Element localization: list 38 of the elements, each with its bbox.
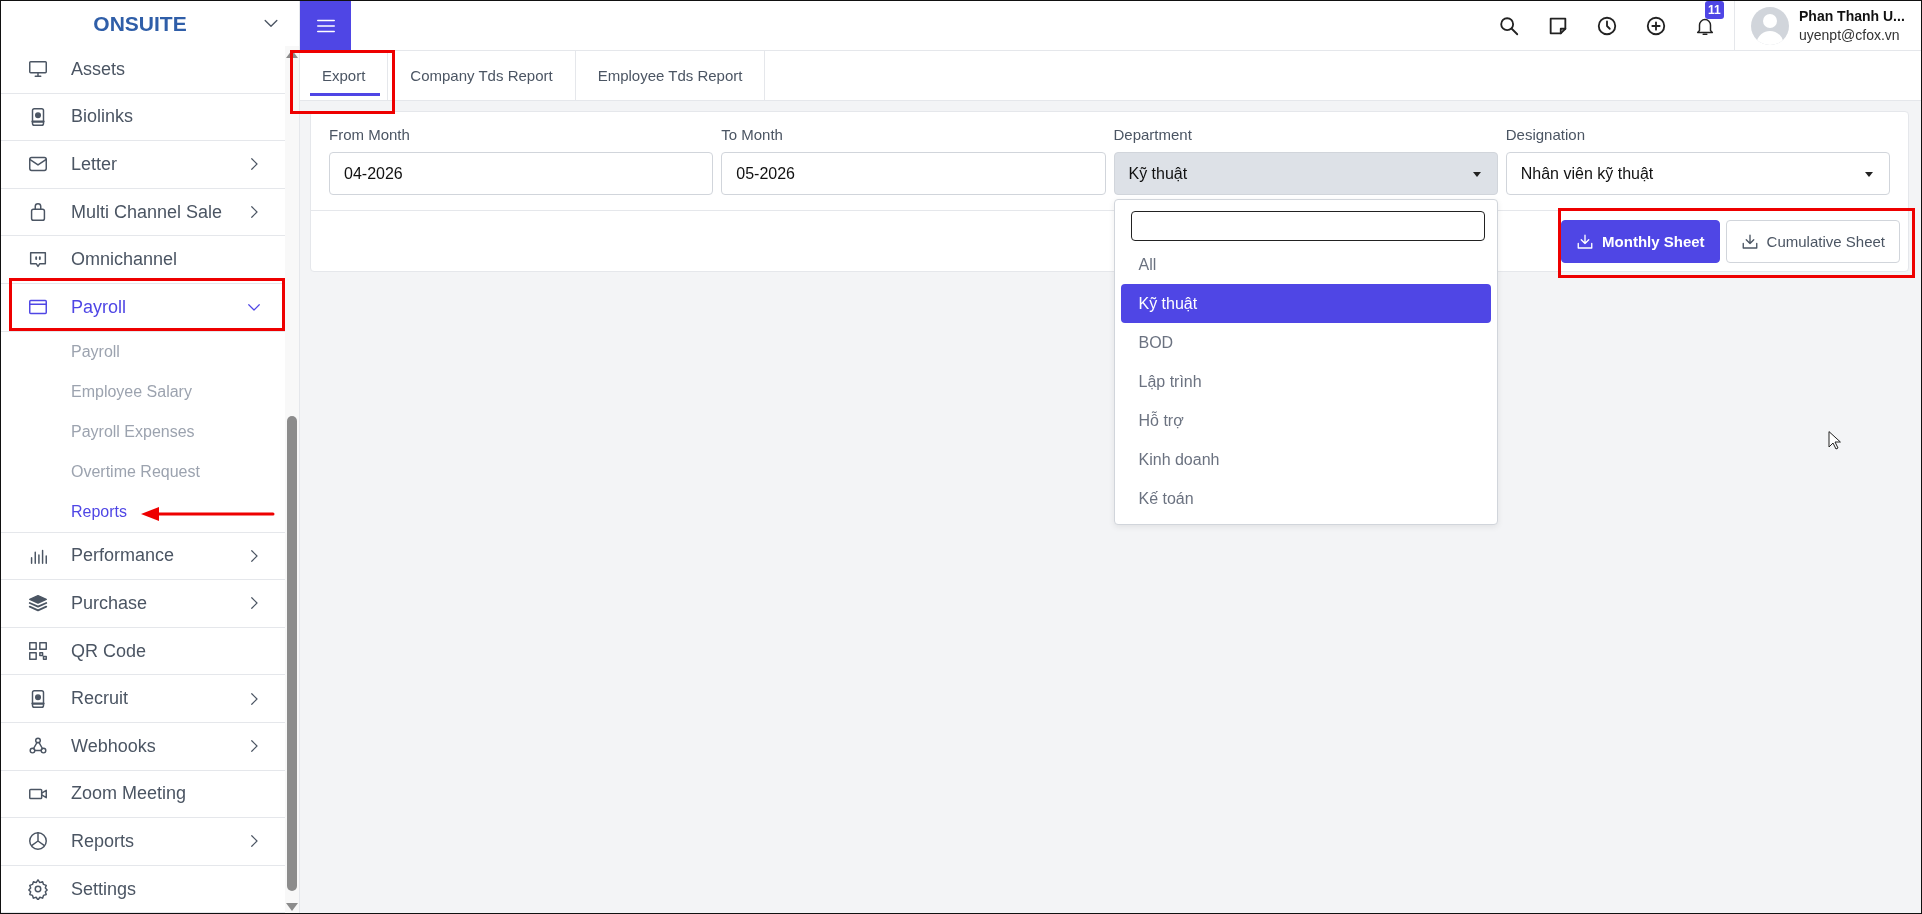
submenu-item[interactable]: Reports [1,491,285,532]
download-icon [1576,232,1595,251]
dropdown-option[interactable]: Kế toán [1114,479,1497,518]
field-label: Department [1113,126,1193,144]
dropdown-option[interactable]: Lập trình [1114,362,1497,401]
user-email: uyenpt@cfox.vn [1799,27,1901,43]
field-label: From Month [329,126,411,144]
dropdown-option[interactable]: Kỹ thuật [1120,284,1491,323]
sidebar-item[interactable]: QR Code [1,627,285,676]
notification-badge: 11 [1705,1,1724,19]
month-input[interactable]: 05-2026 [721,152,1106,195]
settings-icon [27,878,49,900]
user-name: Phan Thanh U... [1799,8,1905,24]
brand-logo: ONSUITE [93,11,187,36]
tab[interactable]: Employee Tds Report [575,51,766,100]
tab[interactable]: Export [300,51,389,100]
dropdown-option[interactable]: All [1114,245,1497,284]
dropdown-option[interactable]: Kinh doanh [1114,440,1497,479]
mouse-pointer-icon [1828,431,1842,451]
sidebar-item[interactable]: Purchase [1,580,285,628]
search-icon[interactable] [1498,14,1520,37]
field-label: To Month [721,126,784,144]
pie-chart-icon [27,830,49,853]
select-field[interactable]: Kỹ thuật [1113,152,1498,195]
tab[interactable]: Company Tds Report [388,51,576,100]
download-button[interactable]: Monthly Sheet [1561,220,1720,263]
dropdown-option[interactable]: Hỗ trợ [1114,401,1497,440]
menu-button[interactable] [300,1,351,51]
month-input[interactable]: 04-2026 [329,152,714,195]
clock-icon[interactable] [1596,14,1618,37]
search-field[interactable] [1130,211,1485,241]
plus-circle-icon[interactable] [1645,14,1667,37]
qr-code-icon [27,640,49,663]
download-button[interactable]: Cumulative Sheet [1725,220,1900,263]
field-label: Designation [1505,126,1586,144]
download-icon [1740,232,1759,251]
dropdown-option[interactable]: BOD [1114,323,1497,362]
select-field[interactable]: Nhân viên kỹ thuật [1505,152,1890,195]
